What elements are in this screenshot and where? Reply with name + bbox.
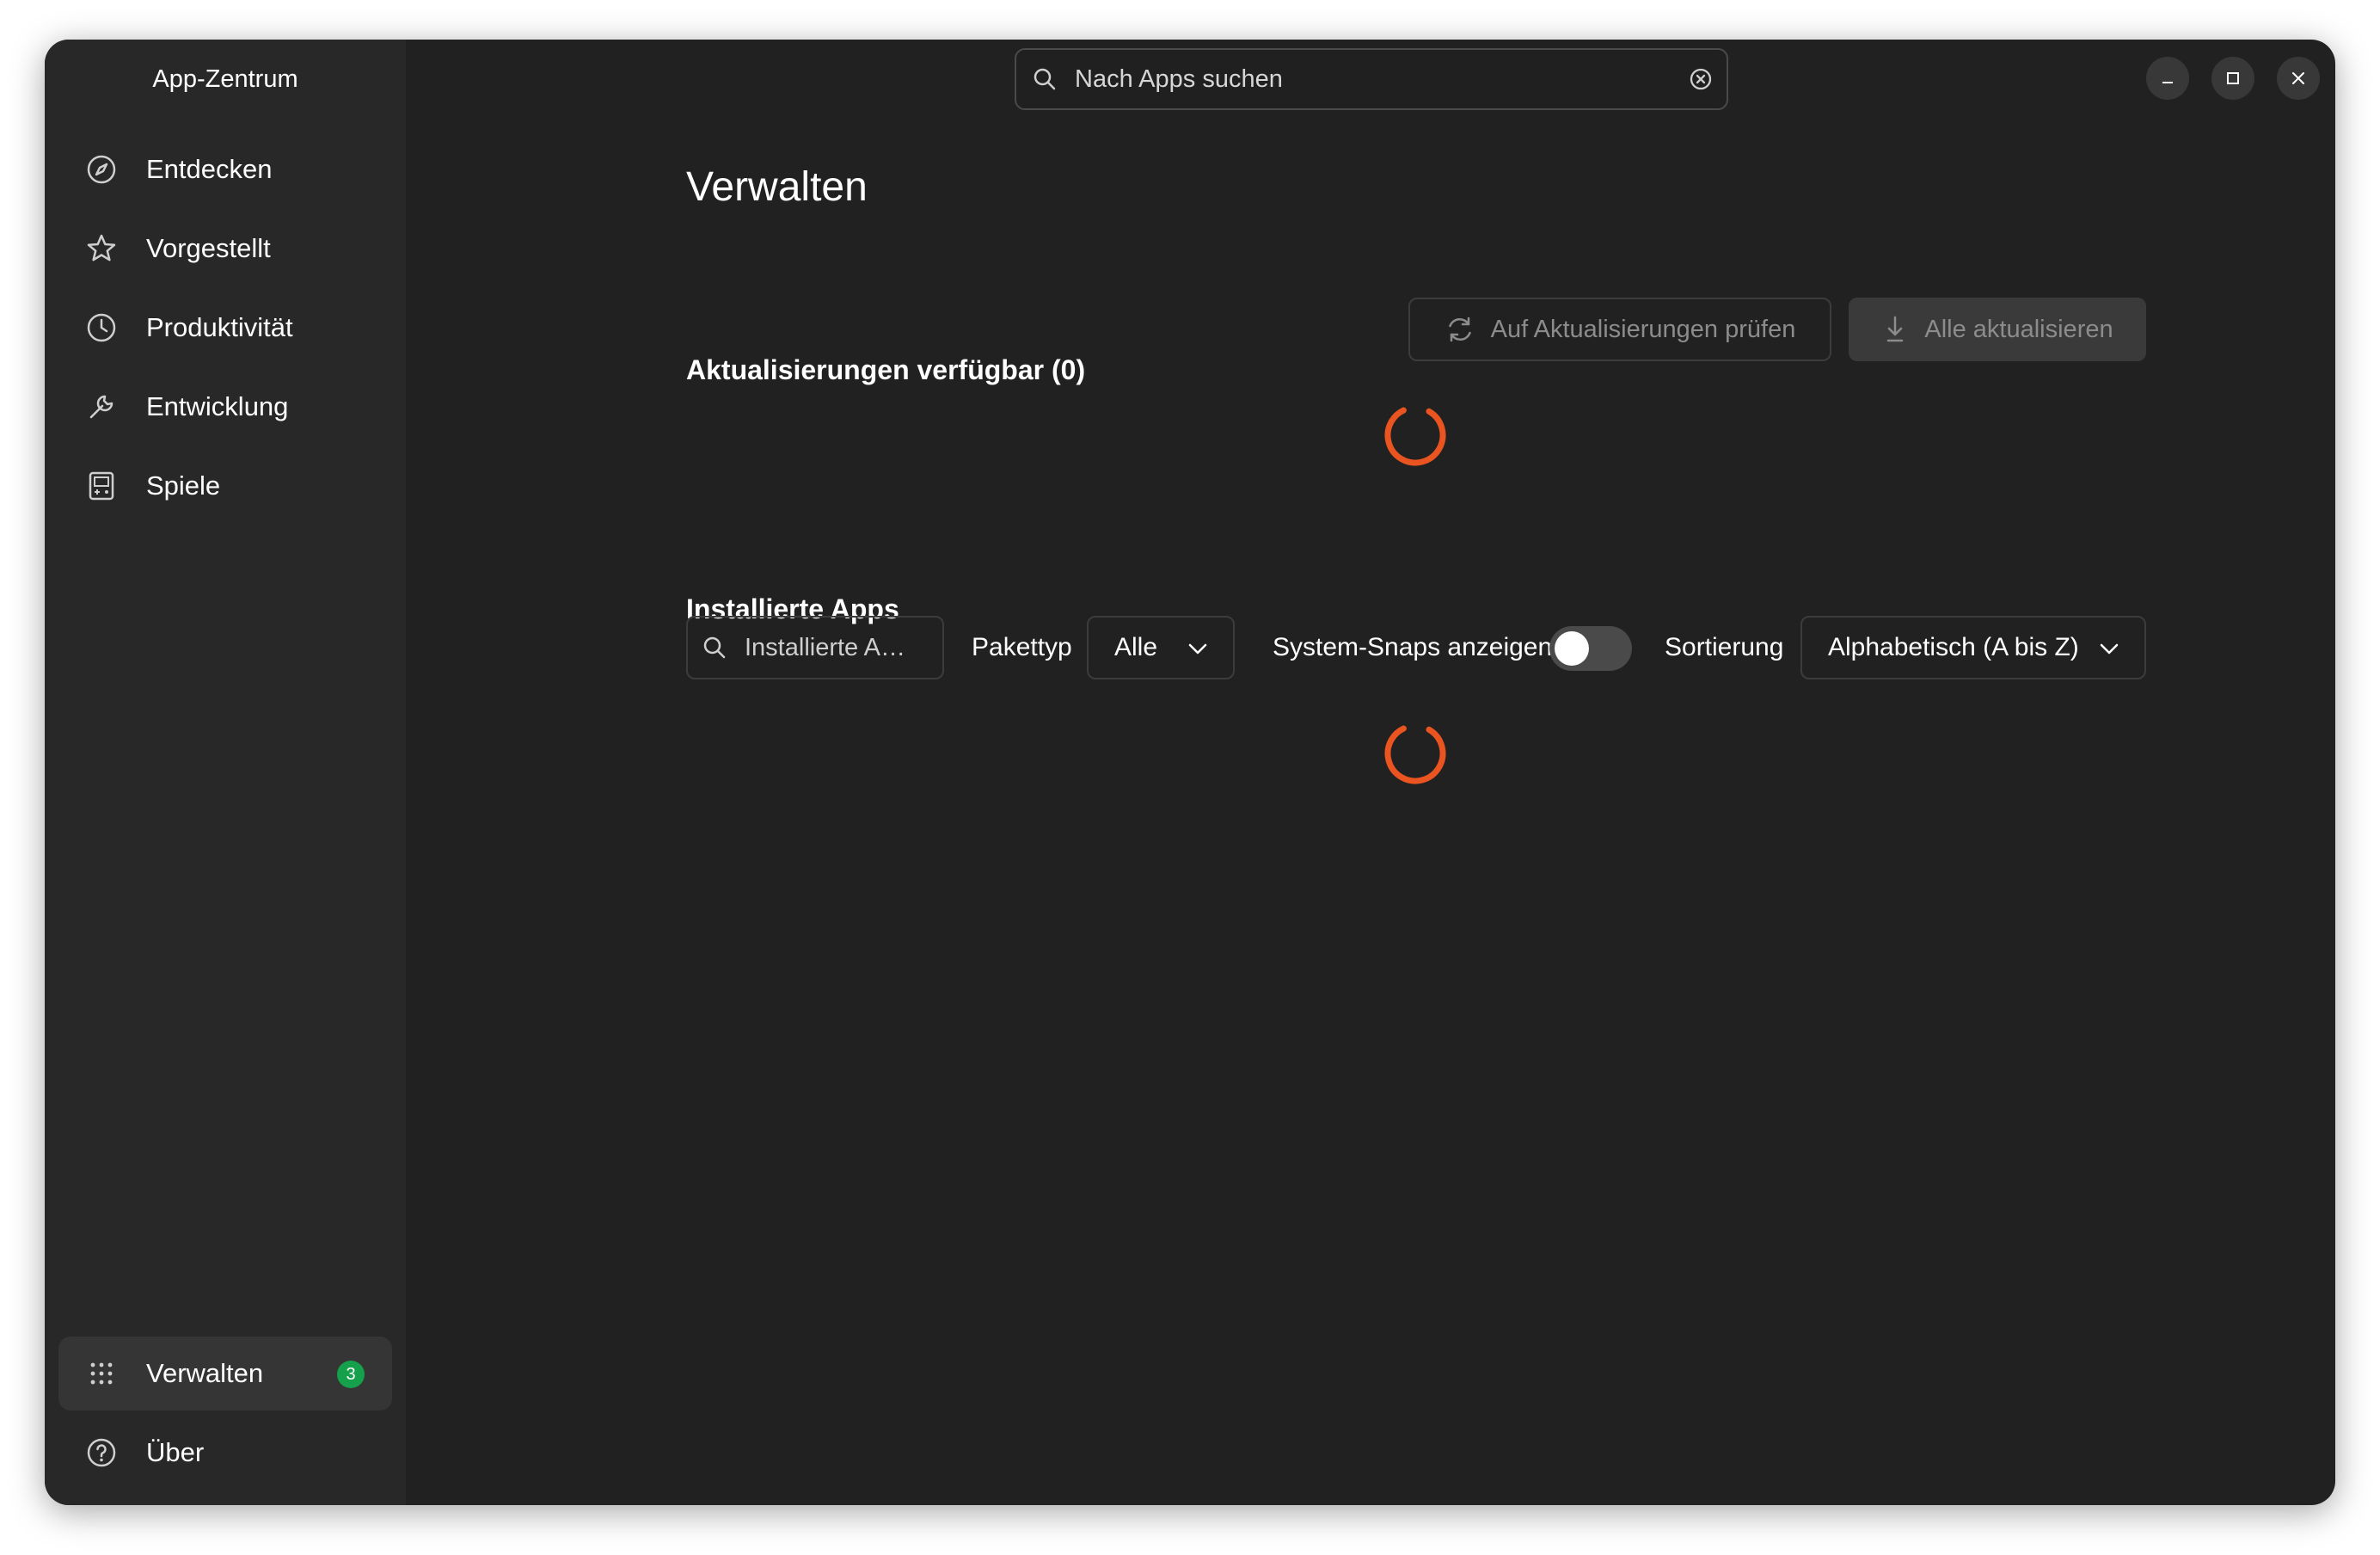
sidebar-item-label: Produktivität (146, 312, 293, 342)
help-icon (84, 1435, 119, 1470)
sidebar-item-label: Vorgestellt (146, 233, 271, 263)
wrench-icon (84, 390, 119, 424)
refresh-icon (1445, 314, 1475, 345)
star-icon (84, 231, 119, 266)
updates-loading-spinner (1384, 404, 1446, 466)
sidebar-item-label: Entdecken (146, 154, 273, 184)
updates-count-badge: 3 (337, 1361, 365, 1388)
sidebar-item-label: Spiele (146, 470, 221, 501)
package-type-dropdown[interactable]: Alle (1087, 616, 1235, 679)
compass-icon (84, 152, 119, 187)
chevron-down-icon (2098, 638, 2120, 661)
sort-label: Sortierung (1665, 633, 1784, 661)
app-title: App-Zentrum (152, 65, 298, 93)
close-icon (2290, 70, 2307, 87)
minimize-button[interactable] (2146, 57, 2189, 100)
page-title: Verwalten (686, 164, 868, 210)
download-icon (1881, 314, 1909, 345)
sidebar-item-label: Entwicklung (146, 391, 289, 421)
sidebar-item-entdecken[interactable]: Entdecken (58, 132, 392, 206)
clock-icon (84, 310, 119, 345)
sidebar-item-label: Über (146, 1437, 205, 1467)
update-all-label: Alle aktualisieren (1924, 315, 2113, 343)
system-snaps-label: System-Snaps anzeigen (1273, 633, 1553, 661)
update-all-button[interactable]: Alle aktualisieren (1849, 298, 2146, 361)
maximize-icon (2224, 70, 2242, 87)
check-updates-button[interactable]: Auf Aktualisierungen prüfen (1408, 298, 1831, 361)
search-icon (1032, 66, 1058, 92)
global-search-input[interactable] (1073, 64, 1689, 95)
grid-icon (84, 1356, 119, 1391)
sidebar-item-entwicklung[interactable]: Entwicklung (58, 370, 392, 444)
toggle-knob (1555, 631, 1589, 666)
sort-value: Alphabetisch (A bis Z) (1828, 633, 2079, 661)
game-icon (84, 469, 119, 503)
chevron-down-icon (1187, 638, 1209, 661)
clear-search-icon[interactable] (1689, 67, 1713, 91)
sidebar-item-vorgestellt[interactable]: Vorgestellt (58, 212, 392, 286)
check-updates-label: Auf Aktualisierungen prüfen (1490, 315, 1796, 343)
package-type-label: Pakettyp (972, 633, 1072, 661)
main-content: Verwalten Aktualisierungen verfügbar (0)… (406, 40, 2335, 1505)
sidebar-item-spiele[interactable]: Spiele (58, 449, 392, 523)
maximize-button[interactable] (2211, 57, 2254, 100)
installed-search-box (686, 616, 944, 679)
app-window: App-Zentrum Entdecken Vorgestellt Produk… (45, 40, 2335, 1505)
sort-dropdown[interactable]: Alphabetisch (A bis Z) (1800, 616, 2146, 679)
sidebar-item-label: Verwalten (146, 1358, 264, 1388)
sidebar: App-Zentrum Entdecken Vorgestellt Produk… (45, 40, 406, 1505)
close-button[interactable] (2277, 57, 2320, 100)
installed-loading-spinner (1384, 722, 1446, 784)
sidebar-item-ueber[interactable]: Über (58, 1416, 392, 1490)
sidebar-item-produktivitaet[interactable]: Produktivität (58, 291, 392, 365)
global-search-box (1015, 48, 1728, 110)
updates-section-title: Aktualisierungen verfügbar (0) (686, 354, 1086, 385)
minimize-icon (2159, 70, 2176, 87)
sidebar-item-verwalten[interactable]: Verwalten 3 (58, 1337, 392, 1411)
installed-search-input[interactable] (743, 632, 918, 663)
search-icon (702, 635, 727, 661)
package-type-value: Alle (1114, 633, 1158, 661)
system-snaps-toggle[interactable] (1549, 626, 1632, 671)
